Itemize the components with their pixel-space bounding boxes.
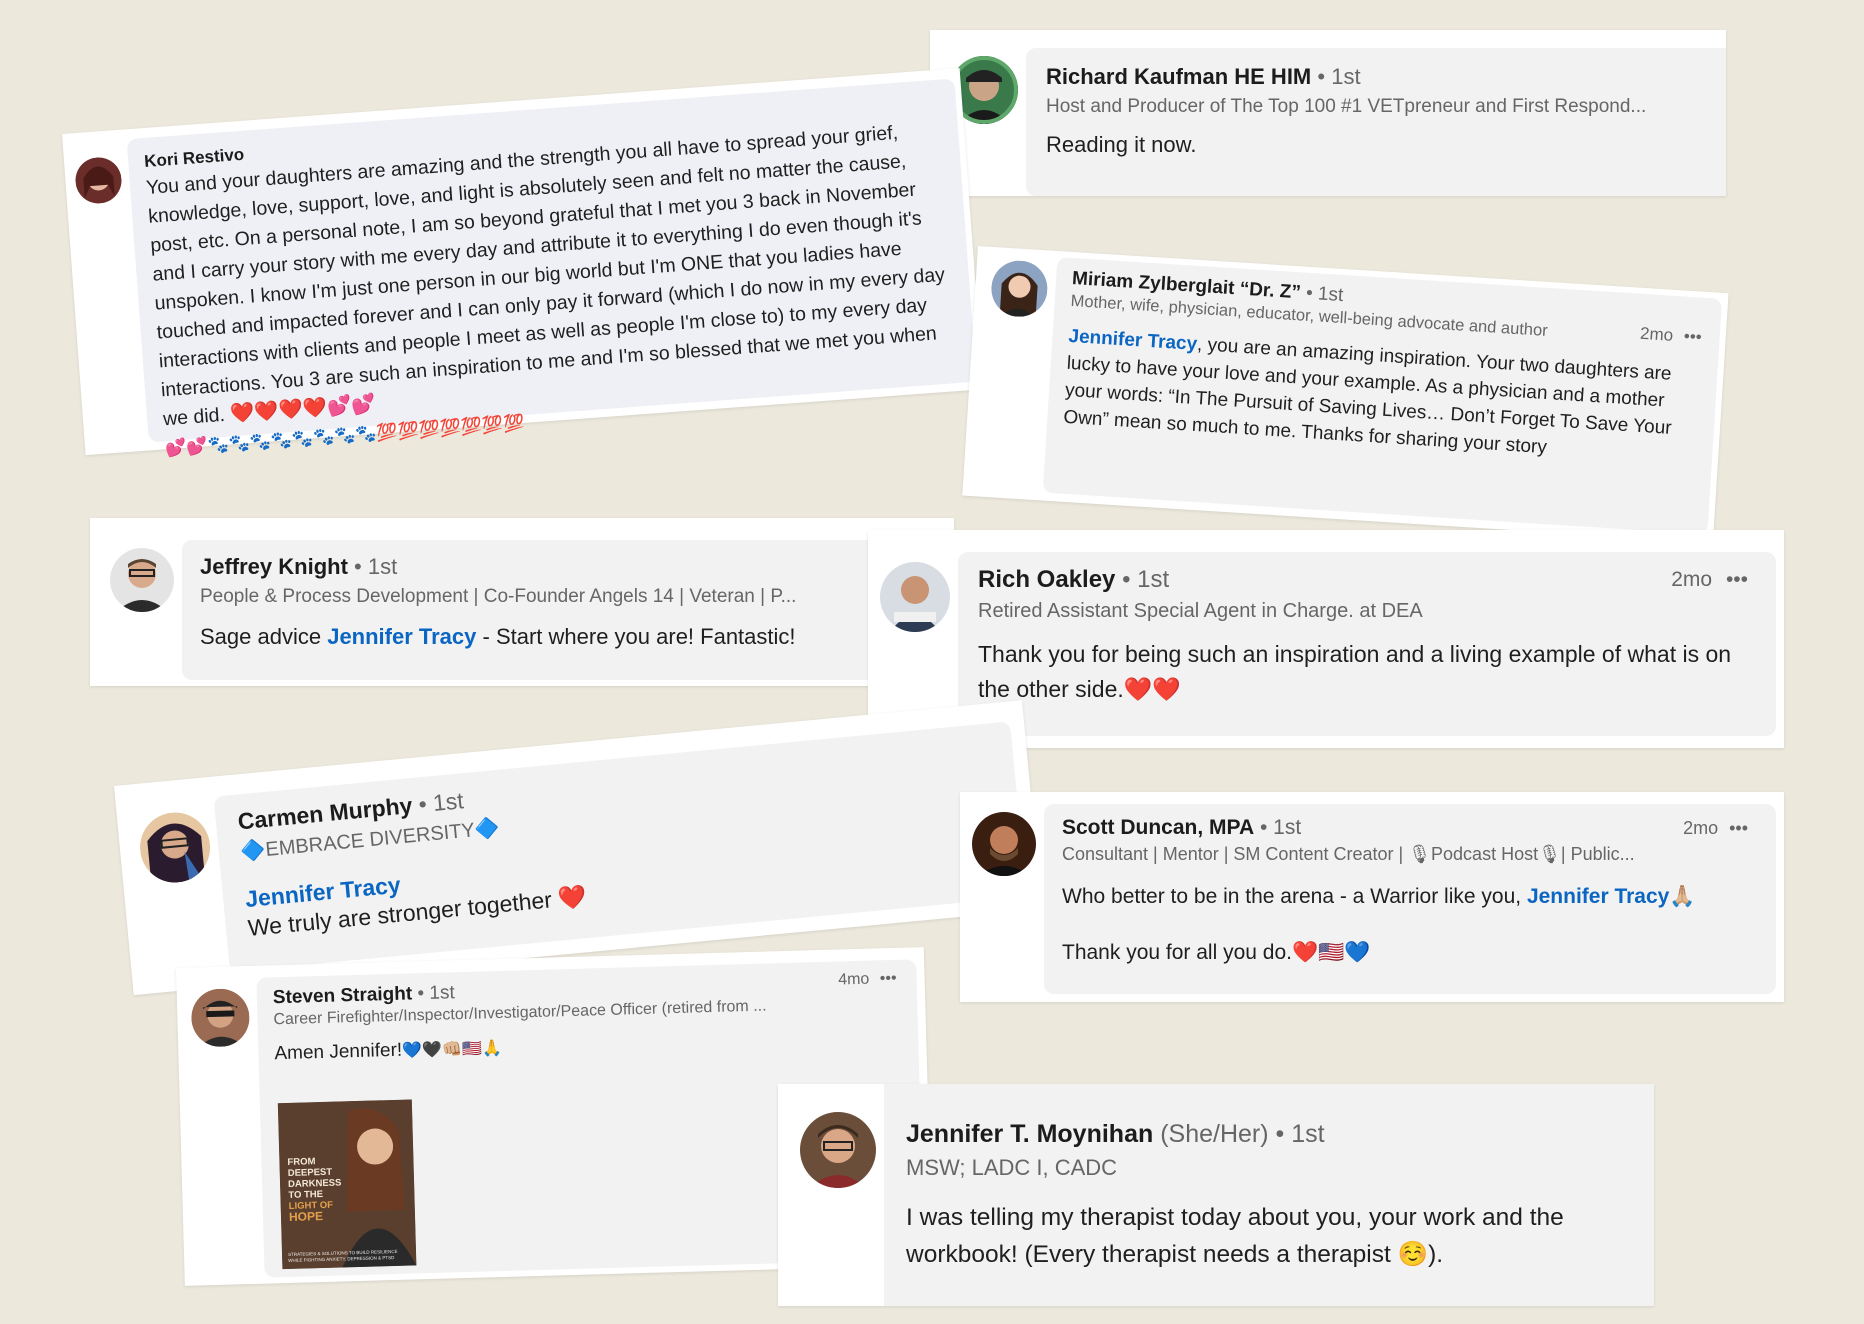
avatar-scott[interactable] [972,812,1036,876]
connection-degree: • 1st [1305,282,1344,307]
avatar-miriam[interactable] [989,258,1050,319]
comment-bubble-richard: Richard Kaufman HE HIM • 1st Host and Pr… [1026,48,1726,196]
person-photo-icon [136,809,214,886]
commenter-name[interactable]: Jeffrey Knight [200,554,348,579]
comment-card-richard: Richard Kaufman HE HIM • 1st Host and Pr… [930,30,1726,196]
emoji-heart: ❤️ [556,883,588,912]
more-options-icon[interactable]: ••• [1726,568,1748,591]
comment-timestamp: 4mo ••• [837,969,897,989]
commenter-name[interactable]: Richard Kaufman HE HIM [1046,64,1311,89]
commenter-headline: Retired Assistant Special Agent in Charg… [978,600,1423,622]
person-photo-icon [73,155,124,206]
comment-card-kori: Kori Restivo You and your daughters are … [62,68,984,458]
book-title: FROM DEEPEST DARKNESS TO THE LIGHT OF HO… [287,1156,342,1224]
book-cover-image[interactable]: FROM DEEPEST DARKNESS TO THE LIGHT OF HO… [277,1099,417,1270]
comment-text: I was telling my therapist today about y… [906,1204,1564,1268]
comment-card-scott: Scott Duncan, MPA • 1st 2mo ••• Consulta… [960,792,1784,1002]
comment-card-miriam: Miriam Zylberglait “Dr. Z” • 1st 2mo •••… [962,246,1729,543]
mention-link[interactable]: Jennifer Tracy [1068,326,1198,355]
connection-degree: • 1st [1122,566,1170,593]
mention-link[interactable]: Jennifer Tracy [327,624,476,649]
commenter-headline: MSW; LADC I, CADC [906,1155,1118,1180]
emoji-smile: ☺️ [1397,1241,1429,1268]
avatar-steven[interactable] [190,987,251,1048]
testimonial-collage: { "comments": { "richard": { "name": "Ri… [0,0,1864,1324]
connection-degree: • 1st [417,787,465,818]
comment-timestamp: 2mo ••• [1671,568,1748,591]
commenter-headline: Consultant | Mentor | SM Content Creator… [1062,844,1635,864]
comment-card-jennifer: Jennifer T. Moynihan (She/Her) • 1st MSW… [778,1084,1654,1306]
more-options-icon[interactable]: ••• [1683,327,1702,347]
emoji-heart-flag: ❤️🇺🇸💙 [1291,941,1371,964]
mention-link[interactable]: Jennifer Tracy [1527,885,1669,908]
commenter-name[interactable]: Jennifer T. Moynihan [906,1120,1153,1148]
avatar-kori[interactable] [73,155,124,206]
comment-bubble-carmen: Carmen Murphy • 1st 🔷EMBRACE DIVERSITY🔷 … [213,721,1027,972]
comment-card-jeffrey: Jeffrey Knight • 1st People & Process De… [90,518,954,686]
comment-bubble-jeffrey: Jeffrey Knight • 1st People & Process De… [182,540,954,680]
comment-text-2: Thank you for all you do.❤️🇺🇸💙 [1062,941,1371,964]
comment-text: Jennifer Tracy, you are an amazing inspi… [1062,325,1673,459]
person-photo-icon [800,1112,876,1188]
comment-text: Thank you for being such an inspiration … [978,641,1732,702]
connection-degree: • 1st [1259,816,1302,839]
person-photo-icon [190,987,251,1048]
connection-degree: • 1st [1317,64,1361,89]
comment-bubble-scott: Scott Duncan, MPA • 1st 2mo ••• Consulta… [1044,804,1776,994]
commenter-headline: People & Process Development | Co-Founde… [200,586,797,607]
comment-timestamp: 2mo ••• [1639,323,1703,347]
comment-text: Sage advice Jennifer Tracy - Start where… [200,624,796,649]
commenter-name[interactable]: Scott Duncan, MPA [1062,816,1254,839]
avatar-jeffrey[interactable] [110,548,174,612]
avatar-carmen[interactable] [136,809,214,886]
comment-bubble-jennifer: Jennifer T. Moynihan (She/Her) • 1st MSW… [884,1084,1654,1306]
emoji-hearts: ❤️❤️ [1123,676,1182,702]
comment-bubble-rich: Rich Oakley • 1st 2mo ••• Retired Assist… [958,552,1776,736]
person-photo-icon [972,812,1036,876]
comment-text: You and your daughters are amazing and t… [145,121,946,459]
avatar-jennifer[interactable] [800,1112,876,1188]
avatar-rich[interactable] [880,562,950,632]
connection-degree: • 1st [417,982,456,1005]
comment-text: Amen Jennifer!💙🖤👊🏼🇺🇸🙏 [274,1039,503,1065]
more-options-icon[interactable]: ••• [1729,818,1748,838]
person-photo-icon [880,562,950,632]
comment-timestamp: 2mo ••• [1683,818,1748,838]
comment-bubble-kori: Kori Restivo You and your daughters are … [126,78,977,458]
connection-degree: • 1st [1275,1120,1325,1148]
commenter-name[interactable]: Rich Oakley [978,566,1115,593]
emoji-row: 💙🖤👊🏼🇺🇸🙏 [401,1039,503,1060]
emoji-hearts: ❤️❤️❤️❤️💕💕 [229,392,377,426]
commenter-headline: Host and Producer of The Top 100 #1 VETp… [1046,96,1647,117]
comment-text: Reading it now. [1046,132,1197,157]
person-photo-icon [989,258,1050,319]
comment-text: Who better to be in the arena - a Warrio… [1062,885,1696,908]
pronouns: (She/Her) [1160,1120,1269,1148]
commenter-name[interactable]: Steven Straight [273,983,413,1008]
connection-degree: • 1st [354,554,398,579]
comment-bubble-miriam: Miriam Zylberglait “Dr. Z” • 1st 2mo •••… [1042,257,1723,535]
person-photo-icon [110,548,174,612]
more-options-icon[interactable]: ••• [880,970,897,987]
